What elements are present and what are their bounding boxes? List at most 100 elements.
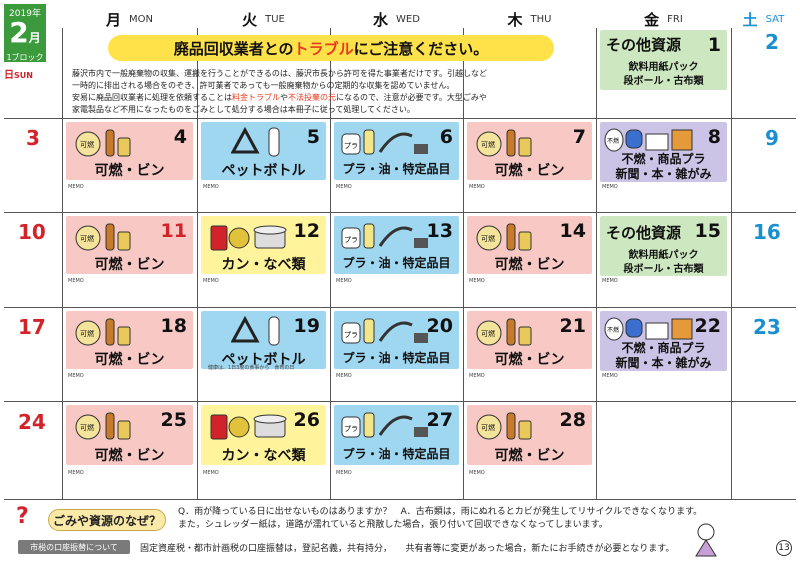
header-mon: 月 MON (106, 10, 153, 29)
burnable-bag-icon: 可燃 (475, 126, 537, 158)
svg-text:可燃: 可燃 (481, 140, 495, 149)
svg-text:不燃: 不燃 (607, 137, 619, 145)
svg-text:プラ: プラ (344, 142, 358, 150)
collection-burnable-bottle: 可燃 28 可燃・ビン (467, 405, 592, 465)
sunday-header: 日SUN (4, 70, 33, 81)
memo-label: MEMO (203, 278, 219, 284)
saturday-number: 23 (753, 315, 781, 339)
food-education-note: 健康は、1日3度の食事から 食育の日 (208, 365, 295, 371)
svg-text:不燃: 不燃 (607, 326, 619, 334)
collection-pet-bottle: 19 ペットボトル (201, 311, 326, 369)
memo-label: MEMO (203, 470, 219, 476)
page-number: 13 (776, 540, 792, 556)
trouble-warning-banner: 廃品回収業者との トラブル にご注意ください。 (108, 35, 554, 61)
tax-label: 市税の口座振替について (18, 540, 130, 554)
plastic-oil-icon: プラ (340, 315, 432, 347)
memo-label: MEMO (469, 373, 485, 379)
collection-burnable-bottle: 可燃 14 可燃・ビン (467, 216, 592, 274)
tax-text: 固定資産税・都市計画税の口座振替は，登記名義，共有持分， 共有者等に変更があった… (140, 544, 675, 554)
collection-cans-pots: 12 カン・なべ類 (201, 216, 326, 274)
month-badge: 2019年 2月 1ブロック (4, 4, 46, 62)
svg-text:可燃: 可燃 (80, 329, 94, 338)
memo-label: MEMO (68, 278, 84, 284)
collection-burnable-bottle: 可燃 18 可燃・ビン (66, 311, 193, 369)
day-number: 7 (572, 126, 586, 148)
memo-label: MEMO (336, 373, 352, 379)
day-number: 1 (707, 34, 721, 56)
collection-pet-bottle: 5 ペットボトル (201, 122, 326, 180)
grid-line (62, 28, 63, 500)
svg-text:可燃: 可燃 (80, 423, 94, 432)
memo-label: MEMO (602, 373, 618, 379)
svg-text:可燃: 可燃 (80, 140, 94, 149)
saturday-number: 9 (765, 126, 779, 150)
memo-label: MEMO (68, 373, 84, 379)
can-pot-icon (209, 409, 295, 441)
header-tue: 火 TUE (242, 10, 285, 29)
grid-line (4, 118, 796, 119)
svg-text:可燃: 可燃 (481, 329, 495, 338)
day-number: 8 (707, 126, 721, 148)
collection-burnable-bottle: 可燃 4 可燃・ビン (66, 122, 193, 180)
day-number: 18 (160, 315, 187, 337)
memo-label: MEMO (203, 184, 219, 190)
collection-other-resources: その他資源 15 飲料用紙パック 段ボール・古布類 (600, 216, 727, 276)
header-sat: 土 SAT (742, 10, 785, 29)
burnable-bag-icon: 可燃 (475, 409, 537, 441)
memo-label: MEMO (68, 184, 84, 190)
day-number: 5 (306, 126, 320, 148)
collection-burnable-bottle: 可燃 21 可燃・ビン (467, 311, 592, 369)
day-number: 19 (293, 315, 320, 337)
burnable-bag-icon: 可燃 (74, 126, 136, 158)
day-number: 21 (559, 315, 586, 337)
grid-line (4, 499, 796, 500)
plastic-oil-icon: プラ (340, 126, 432, 158)
burnable-bag-icon: 可燃 (74, 409, 136, 441)
block-label: 1ブロック (6, 53, 44, 62)
question-mark-icon: ? (16, 504, 29, 529)
sunday-number: 10 (18, 220, 46, 244)
saturday-number: 16 (753, 220, 781, 244)
calendar-page: 2019年 2月 1ブロック 日SUN 月 MON 火 TUE 水 WED 木 THU … (0, 0, 800, 563)
memo-label: MEMO (469, 278, 485, 284)
collection-burnable-bottle: 可燃 11 可燃・ビン (66, 216, 193, 274)
burnable-bag-icon: 可燃 (74, 220, 136, 252)
svg-text:可燃: 可燃 (481, 234, 495, 243)
faq-text: Q．雨が降っている日に出せないものはありますか？ A．古布類は，雨にぬれるとカビ… (178, 507, 703, 530)
day-number: 11 (160, 220, 187, 242)
header-fri: 金 FRI (644, 10, 683, 29)
day-number: 6 (439, 126, 453, 148)
recycle-icon (231, 315, 291, 347)
burnable-bag-icon: 可燃 (475, 315, 537, 347)
saturday-number: 2 (765, 30, 779, 54)
memo-label: MEMO (469, 184, 485, 190)
collection-burnable-bottle: 可燃 25 可燃・ビン (66, 405, 193, 465)
memo-label: MEMO (602, 184, 618, 190)
grid-line (731, 28, 732, 500)
collection-nonburnable-paper: 不燃 8 不燃・商品プラ 新聞・本・雑がみ (600, 122, 727, 182)
svg-text:可燃: 可燃 (80, 234, 94, 243)
collection-plastic-oil: プラ 13 プラ・油・特定品目 (334, 216, 459, 274)
grid-line (4, 307, 796, 308)
plastic-oil-icon: プラ (340, 220, 432, 252)
day-number: 12 (293, 220, 320, 242)
collection-plastic-oil: プラ 20 プラ・油・特定品目 (334, 311, 459, 369)
header-thu: 木 THU (507, 10, 552, 29)
day-number: 20 (426, 315, 453, 337)
plastic-oil-icon: プラ (340, 409, 432, 441)
day-number: 28 (559, 409, 586, 431)
memo-label: MEMO (602, 278, 618, 284)
memo-label: MEMO (336, 278, 352, 284)
grid-line (4, 212, 796, 213)
grid-line (4, 401, 796, 402)
recycle-icon (231, 126, 291, 158)
day-number: 14 (559, 220, 586, 242)
sunday-number: 3 (26, 126, 40, 150)
day-number: 13 (426, 220, 453, 242)
month-number: 2月 (9, 16, 41, 49)
sunday-number: 24 (18, 410, 46, 434)
notice-text: 藤沢市内で一般廃棄物の収集、運搬を行うことができるのは、藤沢市長から許可を得た事… (72, 69, 488, 114)
memo-label: MEMO (336, 470, 352, 476)
collection-cans-pots: 26 カン・なべ類 (201, 405, 326, 465)
burnable-bag-icon: 可燃 (74, 315, 136, 347)
